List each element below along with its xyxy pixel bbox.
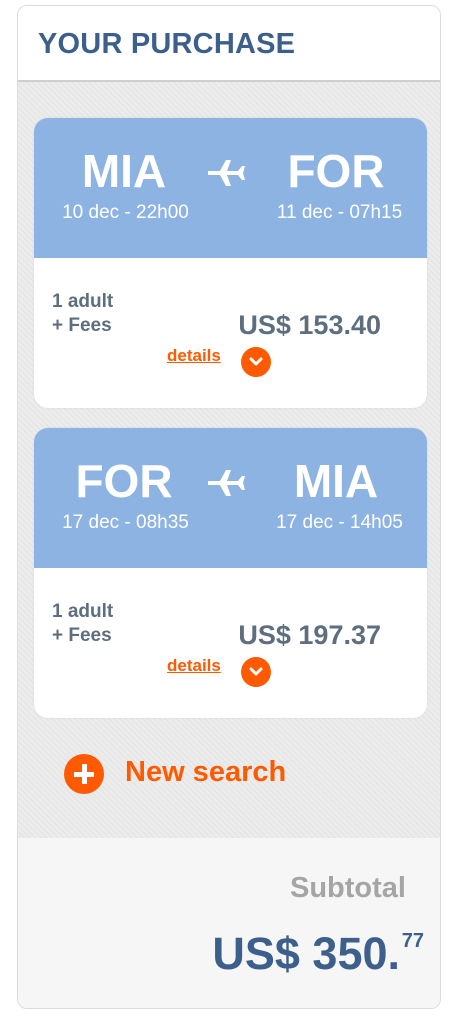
fees-label: + Fees (52, 625, 112, 646)
arrival-datetime: 17 dec - 14h05 (276, 512, 403, 533)
chevron-down-icon[interactable] (241, 657, 271, 687)
details-link[interactable]: details (167, 656, 221, 676)
subtotal-area: Subtotal US$ 350. 77 (18, 838, 440, 1008)
flight-price: US$ 153.40 (238, 310, 381, 340)
origin-airport-code: MIA (81, 145, 167, 197)
route-bar: MIA FOR 10 dec - 22h00 11 dec - 07h15 (34, 118, 427, 258)
purchase-panel: YOUR PURCHASE MIA FOR 10 dec - 22h00 11 … (17, 5, 441, 1009)
passenger-info: 1 adult + Fees (52, 600, 113, 648)
flight-card-return: FOR MIA 17 dec - 08h35 17 dec - 14h05 1 … (34, 428, 427, 718)
passenger-count: 1 adult (52, 601, 114, 622)
destination-airport-code: FOR (287, 145, 385, 197)
panel-title: YOUR PURCHASE (38, 28, 296, 60)
new-search-label[interactable]: New search (125, 756, 286, 789)
route-bar: FOR MIA 17 dec - 08h35 17 dec - 14h05 (34, 428, 427, 568)
panel-header: YOUR PURCHASE (18, 6, 440, 82)
chevron-down-icon[interactable] (241, 347, 271, 377)
flights-area: MIA FOR 10 dec - 22h00 11 dec - 07h15 1 … (18, 82, 440, 838)
subtotal-amount: US$ 350. (212, 928, 400, 979)
fees-label: + Fees (52, 315, 112, 336)
arrival-datetime: 11 dec - 07h15 (276, 202, 403, 223)
airplane-icon (208, 470, 245, 496)
plus-circle-icon[interactable] (64, 754, 104, 794)
destination-airport-code: MIA (293, 455, 379, 507)
passenger-info: 1 adult + Fees (52, 290, 113, 338)
departure-datetime: 17 dec - 08h35 (62, 512, 189, 533)
flight-card-outbound: MIA FOR 10 dec - 22h00 11 dec - 07h15 1 … (34, 118, 427, 408)
origin-airport-code: FOR (75, 455, 173, 507)
subtotal-cents: 77 (401, 930, 424, 952)
flight-price: US$ 197.37 (238, 620, 381, 650)
departure-datetime: 10 dec - 22h00 (62, 202, 189, 223)
airplane-icon (208, 160, 245, 186)
passenger-count: 1 adult (52, 291, 114, 312)
subtotal-label: Subtotal (290, 872, 406, 904)
details-link[interactable]: details (167, 346, 221, 366)
